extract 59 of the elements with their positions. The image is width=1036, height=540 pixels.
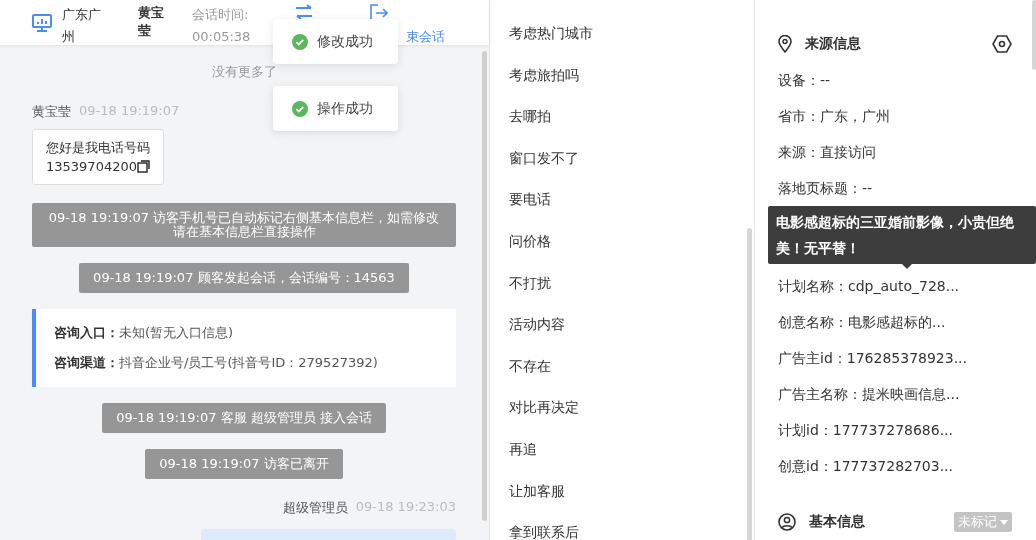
message-time: 09-18 19:23:03 (355, 499, 456, 516)
system-message: 09-18 19:19:07 访客手机号已自动标记右侧基本信息栏，如需修改请在基本信息栏直接操作 (32, 203, 456, 247)
info-field: 来源：直接访问 (778, 134, 1036, 170)
info-field: 省市：广东，广州 (778, 98, 1036, 134)
quick-reply-item[interactable]: 再追 (490, 428, 754, 471)
quick-reply-item[interactable]: 对比再决定 (490, 387, 754, 429)
quick-reply-item[interactable]: 活动内容 (490, 304, 754, 346)
sender-name: 超级管理员 (282, 499, 348, 517)
entry-label: 咨询入口： (54, 325, 119, 340)
quick-reply-item[interactable]: 考虑旅拍吗 (490, 54, 754, 97)
system-message: 09-18 19:19:07 访客已离开 (145, 449, 343, 479)
info-field: 计划id：177737278686... (778, 412, 1036, 448)
section-title: 来源信息 (805, 35, 861, 53)
quick-reply-item[interactable]: 考虑热门城市 (490, 13, 754, 55)
system-message: 09-18 19:19:07 顾客发起会话，会话编号：14563 (79, 263, 409, 293)
quick-reply-item[interactable]: 要电话 (490, 179, 754, 221)
quick-reply-item[interactable]: 去哪拍 (490, 96, 754, 138)
transfer-icon[interactable] (294, 4, 315, 20)
quick-reply-item[interactable]: 让加客服 (490, 470, 754, 513)
info-field: 创意名称：电影感超标的... (778, 304, 1036, 340)
monitor-icon (32, 14, 52, 32)
quick-reply-item[interactable]: 不打扰 (490, 262, 754, 305)
scrollbar[interactable] (1032, 0, 1036, 70)
no-more-note: 没有更多了 (210, 63, 278, 81)
message-time: 09-18 19:19:07 (79, 103, 180, 120)
timer-label: 会话时间: (192, 6, 250, 24)
section-title: 基本信息 (809, 513, 865, 531)
info-field: 创意id：177737282703... (778, 448, 1036, 484)
entry-label: 咨询渠道： (54, 355, 119, 370)
quick-reply-item[interactable]: 问价格 (490, 220, 754, 263)
system-message: 09-18 19:19:07 客服 超级管理员 接入会话 (102, 403, 386, 433)
tooltip: 电影感超标的三亚婚前影像，小贵但绝美！无平替！ (768, 206, 1036, 264)
user-icon (778, 513, 796, 531)
visitor-location: 广东广州 (62, 6, 102, 46)
info-field: 广告主名称：提米映画信息... (778, 376, 1036, 412)
info-field: 计划名称：cdp_auto_728... (778, 268, 1036, 304)
quick-reply-item[interactable]: 窗口发不了 (490, 137, 754, 180)
visitor-name: 黄宝莹 (138, 4, 165, 40)
scrollbar[interactable] (482, 51, 487, 521)
toast-message: 操作成功 (317, 99, 373, 118)
info-field: 设备：-- (778, 62, 1036, 98)
entry-value: 抖音企业号/员工号(抖音号ID：279527392) (119, 355, 378, 370)
info-field: 落地页标题：-- (778, 170, 1036, 206)
session-timer: 00:05:38 (192, 28, 251, 46)
settings-icon[interactable] (992, 35, 1012, 53)
scrollbar[interactable] (747, 228, 752, 540)
quick-reply-item[interactable]: 拿到联系后 (490, 512, 754, 540)
message-text: 13539704200 (46, 157, 150, 176)
location-pin-icon (778, 35, 792, 53)
info-field: 广告主id：176285378923... (778, 340, 1036, 376)
copy-icon[interactable] (137, 160, 150, 173)
entry-value: 未知(暂无入口信息) (119, 325, 234, 340)
toast-message: 修改成功 (317, 32, 373, 51)
success-icon (292, 100, 308, 117)
success-icon (292, 33, 308, 50)
quick-reply-item[interactable]: 不存在 (490, 345, 754, 388)
message-text: 您好是我电话号码 (46, 139, 150, 157)
sender-name: 黄宝莹 (32, 103, 71, 121)
caret-icon (1000, 519, 1008, 525)
